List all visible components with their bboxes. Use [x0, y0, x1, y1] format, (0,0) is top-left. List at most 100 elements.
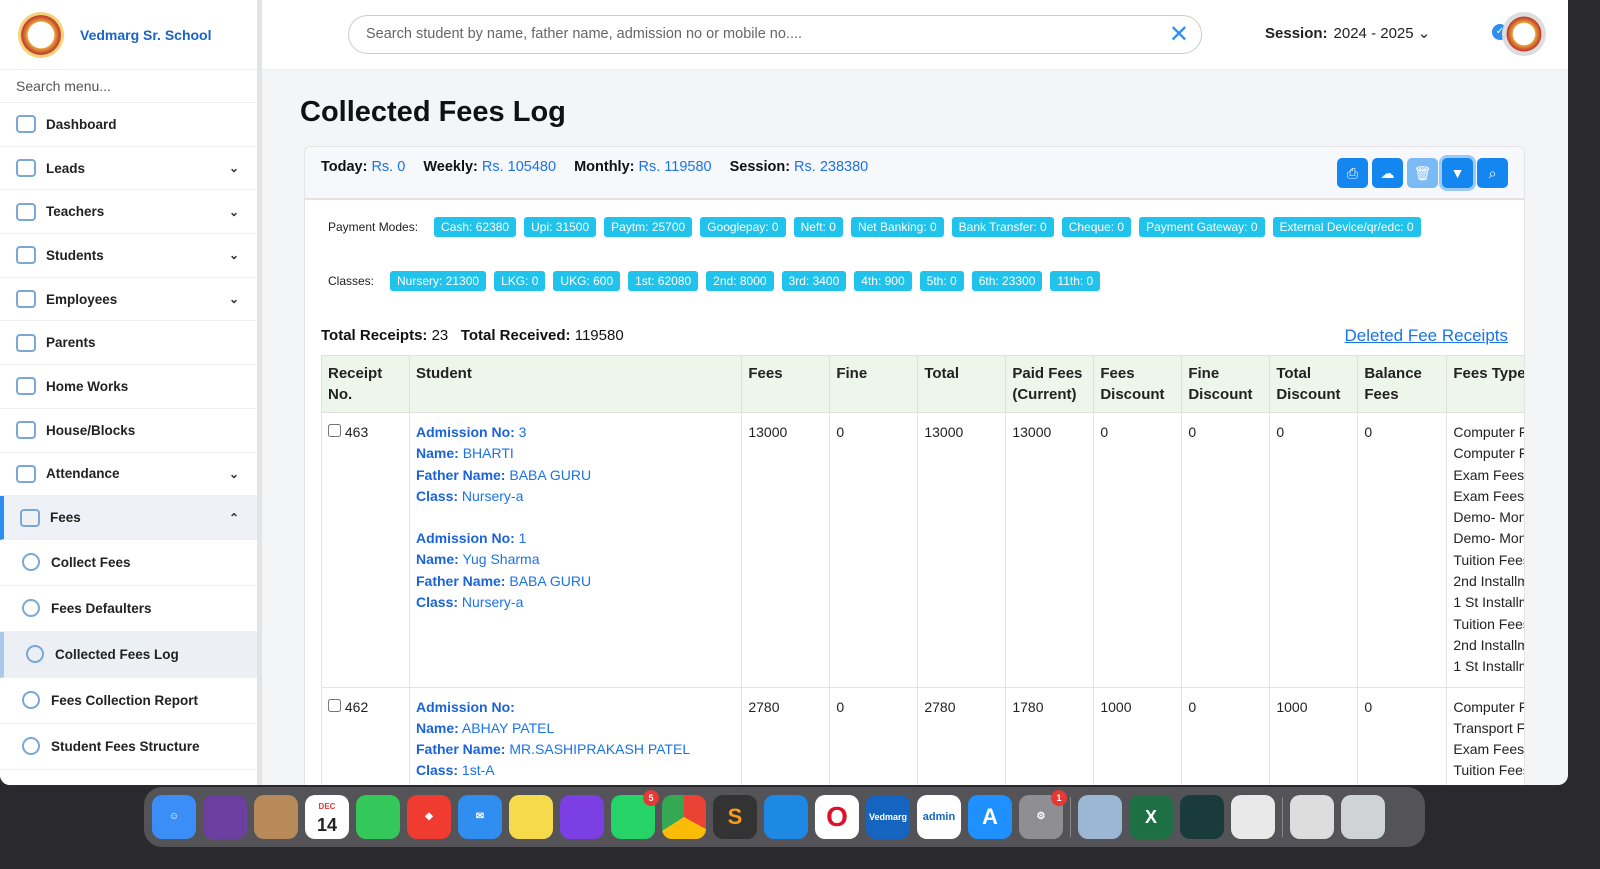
- session-value: 2024 - 2025: [1333, 25, 1414, 42]
- admission-no[interactable]: 3: [519, 424, 527, 440]
- admin-label: admin: [922, 811, 956, 823]
- whatsapp-icon[interactable]: 5: [611, 790, 659, 839]
- print-icon[interactable]: ⎙: [1337, 158, 1368, 188]
- payment-mode-badge: Paytm: 25700: [604, 217, 693, 237]
- fine_discount-cell: 0: [1181, 686, 1271, 785]
- sidebar-item-leads[interactable]: Leads ⌄: [0, 147, 257, 191]
- facetime-icon[interactable]: [356, 795, 400, 839]
- vedmarg-app-icon[interactable]: Vedmarg: [866, 795, 910, 839]
- fee-type: Exam Fees 2nd: [1453, 487, 1525, 504]
- search-icon[interactable]: ⌕: [1477, 158, 1508, 188]
- admission-label: Admission No:: [416, 698, 515, 715]
- sidebar-item-parents[interactable]: Parents: [0, 321, 257, 366]
- finder-icon[interactable]: ☺: [152, 795, 196, 839]
- trash-icon[interactable]: 🗑: [1407, 158, 1438, 188]
- menu-search-input[interactable]: Search menu...: [0, 70, 257, 103]
- row-checkbox[interactable]: [328, 698, 341, 712]
- class-value: Nursery-a: [461, 594, 524, 611]
- sidebar-item-home-works[interactable]: Home Works: [0, 365, 257, 409]
- safari-icon[interactable]: [764, 795, 808, 839]
- student-search-input[interactable]: Search student by name, father name, adm…: [348, 15, 1202, 54]
- top-bar: Search student by name, father name, adm…: [262, 0, 1568, 70]
- sidebar-subitem-fees-defaulters[interactable]: Fees Defaulters: [0, 586, 257, 632]
- sidebar-subitem-collected-fees-log[interactable]: Collected Fees Log: [0, 631, 257, 678]
- session-total-label: Session:: [729, 159, 791, 175]
- fees_discount-cell: 1000: [1093, 686, 1183, 785]
- column-header: Balance Fees: [1357, 355, 1448, 413]
- column-header: Fine Discount: [1181, 355, 1271, 413]
- student-name[interactable]: Yug Sharma: [462, 551, 539, 567]
- app-store-icon[interactable]: A: [968, 795, 1012, 839]
- father-name: BABA GURU: [509, 466, 592, 483]
- school-logo[interactable]: Vedmarg Sr. School: [0, 0, 257, 70]
- filmora-icon[interactable]: [1180, 795, 1224, 839]
- sidebar-item-dashboard[interactable]: Dashboard: [0, 103, 257, 147]
- avatar[interactable]: [1502, 12, 1546, 56]
- cloud-download-icon[interactable]: ☁: [1372, 158, 1403, 188]
- sidebar-subitem-fees-collection-report[interactable]: Fees Collection Report: [0, 678, 257, 724]
- notes-icon[interactable]: [509, 795, 553, 839]
- sidebar-item-students[interactable]: Students ⌄: [0, 234, 257, 278]
- sidebar-item-label: Leads: [46, 160, 86, 176]
- today-label: Today:: [321, 159, 368, 175]
- employees-icon: [16, 290, 36, 309]
- trash-bin-icon[interactable]: [1341, 795, 1385, 839]
- fee-type: Tuition Fees 1(: [1453, 762, 1524, 779]
- paid-cell: 1780: [1005, 686, 1095, 785]
- anydesk-icon[interactable]: ◆: [407, 795, 451, 839]
- fine_discount-cell: 0: [1181, 412, 1271, 688]
- student-name[interactable]: BHARTI: [463, 445, 514, 461]
- house-blocks-icon: [16, 421, 36, 440]
- admission-no[interactable]: 1: [519, 530, 527, 546]
- calendar-icon[interactable]: DEC 14: [305, 795, 349, 839]
- fees-log-card: Today: Rs. 0 Weekly: Rs. 105480 Monthly: Rs…: [304, 146, 1525, 785]
- calendar-month: DEC: [318, 802, 336, 811]
- documents-icon[interactable]: [1290, 795, 1334, 839]
- sidebar-item-label: Fees: [50, 510, 81, 526]
- filter-icon[interactable]: ▼: [1442, 158, 1473, 188]
- sidebar-item-house-blocks[interactable]: House/Blocks: [0, 409, 257, 453]
- name-label: Name:: [416, 719, 459, 736]
- class-badge: 1st: 62080: [628, 271, 699, 291]
- opera-icon[interactable]: O: [815, 795, 859, 839]
- preview-icon[interactable]: [1078, 795, 1122, 839]
- contacts-icon[interactable]: [254, 795, 298, 839]
- system-settings-icon[interactable]: ⚙ 1: [1019, 790, 1067, 839]
- students-icon: [16, 246, 36, 265]
- sidebar-item-attendance[interactable]: Attendance ⌄: [0, 453, 257, 497]
- payment-mode-badge: Neft: 0: [793, 217, 843, 237]
- chevron-down-icon: ⌄: [1417, 25, 1431, 42]
- fee-type: 1 St Installment: [1453, 658, 1524, 675]
- payment-mode-badge: Payment Gateway: 0: [1139, 217, 1265, 237]
- fee-type: Tuition Fees 1(: [1453, 615, 1524, 632]
- excel-icon[interactable]: X: [1129, 795, 1173, 839]
- payment-mode-badge: Cheque: 0: [1061, 217, 1132, 237]
- sidebar-item-employees[interactable]: Employees ⌄: [0, 278, 257, 322]
- attendance-icon: [16, 464, 36, 483]
- deleted-fee-receipts-link[interactable]: Deleted Fee Receipts: [1345, 326, 1508, 346]
- session-selector[interactable]: Session: 2024 - 2025 ⌄: [1265, 24, 1430, 42]
- leads-icon: [16, 159, 36, 178]
- chrome-icon[interactable]: [662, 795, 706, 839]
- sidebar-item-label: Parents: [46, 335, 96, 351]
- receipt-no: 463: [344, 424, 369, 440]
- vedmarg-label: Vedmarg: [868, 812, 908, 822]
- fee-type: Demo- Monthly: [1453, 530, 1525, 547]
- student-block: Admission No: 3 Name: BHARTI Father Name…: [416, 422, 735, 507]
- installer-icon[interactable]: [1231, 795, 1275, 839]
- siri-icon[interactable]: [203, 795, 247, 839]
- row-checkbox[interactable]: [328, 424, 341, 437]
- vedmarg-admin-icon[interactable]: admin: [917, 795, 961, 839]
- sidebar-item-label: Employees: [46, 291, 118, 307]
- sidebar-item-fees[interactable]: Fees ⌃: [0, 496, 257, 540]
- sidebar-subitem-collect-fees[interactable]: Collect Fees: [0, 540, 257, 586]
- fee-type: Transport Fees: [1453, 719, 1525, 736]
- student-name[interactable]: ABHAY PATEL: [462, 720, 554, 736]
- clear-search-icon[interactable]: ✕: [1169, 20, 1189, 49]
- firefox-icon[interactable]: [560, 795, 604, 839]
- sublime-text-icon[interactable]: S: [713, 795, 757, 839]
- sidebar-subitem-student-fees-structure[interactable]: Student Fees Structure: [0, 724, 257, 770]
- mail-icon[interactable]: ✉: [458, 795, 502, 839]
- father-name: BABA GURU: [509, 572, 592, 589]
- sidebar-item-teachers[interactable]: Teachers ⌄: [0, 190, 257, 235]
